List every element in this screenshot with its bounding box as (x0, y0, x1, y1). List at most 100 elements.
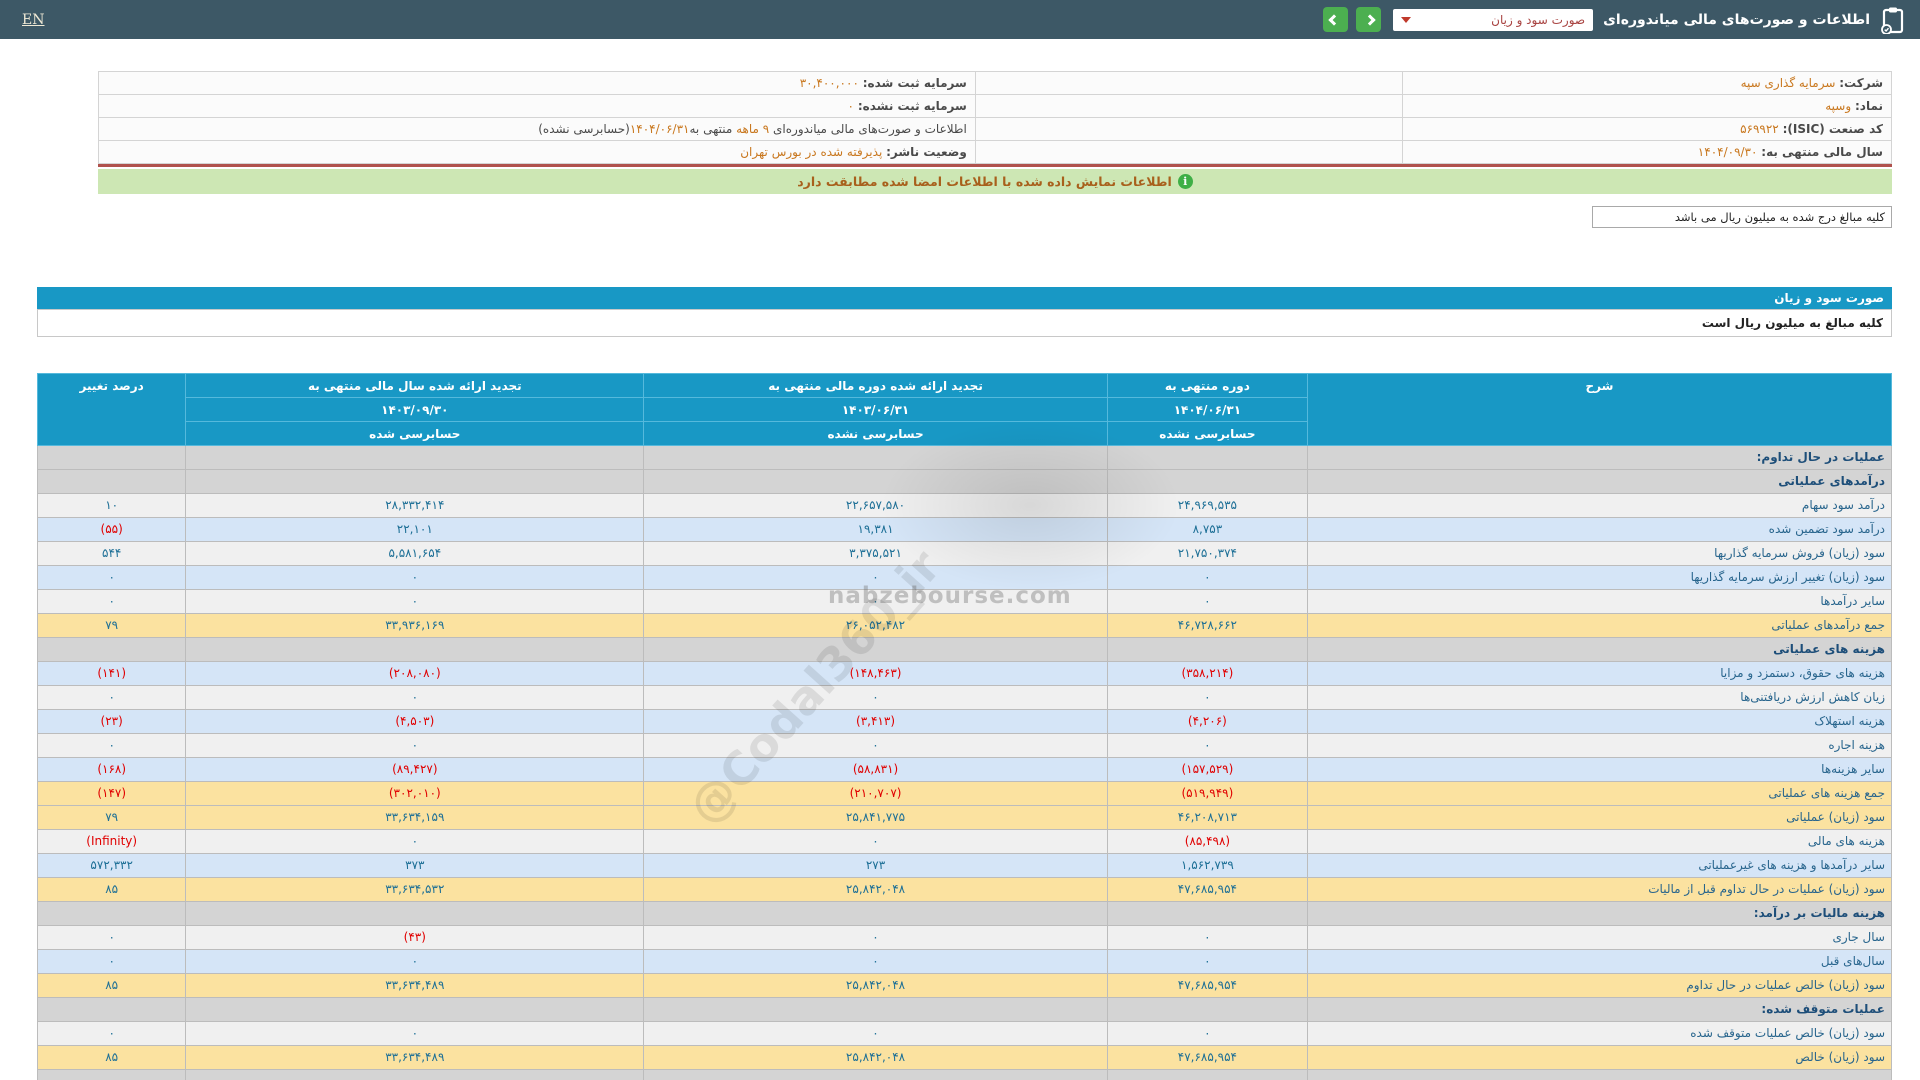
row-value: ۰ (643, 565, 1108, 590)
statement-row: جمع هزینه های عملیاتی (۵۱۹,۹۴۹) (۲۱۰,۷۰۷)(… (36, 781, 1892, 806)
statement-row: هزینه های عملیاتی (36, 637, 1892, 662)
page-title: اطلاعات و صورت‌های مالی میاندوره‌ای (1603, 11, 1870, 28)
income-statement-table: شرح دوره منتهی به تجدید ارائه شده دوره م… (36, 373, 1892, 1080)
row-value: ۰ (1106, 1021, 1309, 1046)
row-value: ۰ (643, 949, 1108, 974)
company-info-spacer-cell (974, 71, 1403, 95)
row-value: ۴۷,۶۸۵,۹۵۴ (1106, 1045, 1309, 1070)
row-description: درآمد سود تضمین شده (1307, 517, 1892, 542)
row-value (185, 1069, 645, 1080)
row-percent-change: ۵۴۴ (36, 541, 187, 566)
row-percent-change: (۲۳) (36, 709, 187, 734)
row-value (643, 469, 1108, 494)
row-description: سود (زیان) عملیاتی (1307, 805, 1892, 830)
row-value (1106, 997, 1309, 1022)
statement-title-banner: صورت سود و زیان (37, 287, 1892, 309)
statement-row: هزینه استهلاک (۴,۲۰۶) (۳,۴۱۳) (۴,۵۰۳) (۲۳) (36, 709, 1892, 734)
row-percent-change: ۱۰ (36, 493, 187, 518)
row-percent-change (36, 445, 187, 470)
row-description: سایر درآمدها و هزینه های غیرعملیاتی (1307, 853, 1892, 878)
row-value: (۳۵۸,۲۱۴) (1106, 661, 1309, 686)
row-value: ۲۲,۶۵۷,۵۸۰ (643, 493, 1108, 518)
statement-unit-note: کلیه مبالغ به میلیون ریال است (37, 309, 1892, 337)
row-value: ۰ (643, 589, 1108, 614)
row-value: ۲۵,۸۴۲,۰۴۸ (643, 877, 1108, 902)
row-value: (۱۴۸,۴۶۳) (643, 661, 1108, 686)
statement-table-header: شرح دوره منتهی به تجدید ارائه شده دوره م… (36, 373, 1892, 446)
english-language-link[interactable]: EN (22, 12, 44, 28)
company-info-cell: کد صنعت (ISIC): ۵۶۹۹۲۲ (1401, 117, 1893, 141)
row-value (1106, 445, 1309, 470)
row-value: ۰ (643, 1021, 1108, 1046)
row-description: عملیات در حال تداوم: (1307, 445, 1892, 470)
company-info-row: کد صنعت (ISIC): ۵۶۹۹۲۲ اطلاعات و صورت‌های… (98, 117, 1893, 141)
company-info-cell: سرمایه ثبت شده: ۳۰,۴۰۰,۰۰۰ (98, 71, 976, 95)
statement-row: سایر درآمدها ۰ ۰ ۰ ۰ (36, 589, 1892, 614)
row-value: ۳۳,۶۳۴,۴۸۹ (185, 1045, 645, 1070)
row-value (1106, 1069, 1309, 1080)
row-description: سود (زیان) خالص (1307, 1045, 1892, 1070)
column-header-restated-year: تجدید ارائه شده سال مالی منتهی به (185, 373, 645, 398)
row-value: ۱۹,۳۸۱ (643, 517, 1108, 542)
row-description: هزینه های مالی (1307, 829, 1892, 854)
row-percent-change: ۰ (36, 733, 187, 758)
clipboard-icon (1878, 5, 1908, 35)
row-value: ۲۵,۸۴۲,۰۴۸ (643, 973, 1108, 998)
row-description: سال‌های قبل (1307, 949, 1892, 974)
red-divider (98, 164, 1892, 167)
chevron-right-icon (1364, 13, 1376, 26)
row-description: هزینه مالیات بر درآمد: (1307, 901, 1892, 926)
row-description: سود (زیان) فروش سرمایه گذاریها (1307, 541, 1892, 566)
row-description: سایر هزینه‌ها (1307, 757, 1892, 782)
row-value (643, 637, 1108, 662)
column-audit-restated-year: حسابرسی شده (185, 421, 645, 446)
row-value: ۲۱,۷۵۰,۳۷۴ (1106, 541, 1309, 566)
statement-row: سود (زیان) خالص ۴۷,۶۸۵,۹۵۴ ۲۵,۸۴۲,۰۴۸ ۳۳,۶۳… (36, 1045, 1892, 1070)
company-info-spacer-cell (974, 94, 1403, 118)
row-value: ۰ (643, 925, 1108, 950)
company-info-cell: نماد: وسپه (1401, 94, 1893, 118)
row-description: جمع درآمدهای عملیاتی (1307, 613, 1892, 638)
row-value (185, 997, 645, 1022)
column-audit-restated-period: حسابرسی نشده (643, 421, 1108, 446)
company-info-cell: شرکت: سرمایه گذاری سپه (1401, 71, 1893, 95)
row-value (1106, 469, 1309, 494)
row-value: (۸۵,۴۹۸) (1106, 829, 1309, 854)
company-info-section: شرکت: سرمایه گذاری سپه سرمایه ثبت شده: ۳۰… (98, 71, 1893, 228)
company-info-spacer-cell (974, 140, 1403, 164)
row-percent-change: ۰ (36, 589, 187, 614)
company-info-spacer-cell (974, 117, 1403, 141)
row-percent-change: ۰ (36, 565, 187, 590)
row-value: (۲۰۸,۰۸۰) (185, 661, 645, 686)
report-type-selected-value: صورت سود و زیان (1491, 12, 1586, 27)
row-value: ۳۳,۶۳۴,۵۳۲ (185, 877, 645, 902)
statement-row: هزینه اجاره ۰ ۰ ۰ ۰ (36, 733, 1892, 758)
row-description: هزینه اجاره (1307, 733, 1892, 758)
row-percent-change: ۵۷۲,۳۳۲ (36, 853, 187, 878)
signature-match-text: اطلاعات نمایش داده شده با اطلاعات امضا ش… (797, 174, 1172, 189)
info-icon: i (1177, 174, 1193, 189)
row-percent-change: (Infinity) (36, 829, 187, 854)
row-value: ۲۵,۸۴۱,۷۷۵ (643, 805, 1108, 830)
previous-statement-button[interactable] (1323, 7, 1349, 32)
row-percent-change (36, 901, 187, 926)
row-value (185, 901, 645, 926)
statement-row: سود (زیان) تغییر ارزش سرمایه گذاریها ۰ ۰ ۰ ۰ (36, 565, 1892, 590)
statement-row: هزینه های مالی (۸۵,۴۹۸) ۰ ۰ (Infinity) (36, 829, 1892, 854)
row-percent-change: ۰ (36, 1021, 187, 1046)
company-info-cell: وضعیت ناشر: پذیرفته شده در بورس تهران (98, 140, 976, 164)
next-statement-button[interactable] (1356, 7, 1382, 32)
statement-row: سود (زیان) عملیات در حال تداوم قبل از ما… (36, 877, 1892, 902)
statement-row: عملیات متوقف شده: (36, 997, 1892, 1022)
row-value: ۳۳,۹۳۶,۱۶۹ (185, 613, 645, 638)
statement-row: درآمدهای عملیاتی (36, 469, 1892, 494)
report-type-dropdown[interactable]: صورت سود و زیان (1393, 8, 1594, 31)
row-percent-change (36, 637, 187, 662)
company-info-cell: سال مالی منتهی به: ۱۴۰۴/۰۹/۳۰ (1401, 140, 1893, 164)
row-description: عملیات متوقف شده: (1307, 997, 1892, 1022)
row-value: (۵۱۹,۹۴۹) (1106, 781, 1309, 806)
row-value: ۲۷۳ (643, 853, 1108, 878)
row-description: سایر درآمدها (1307, 589, 1892, 614)
company-info-row: سال مالی منتهی به: ۱۴۰۴/۰۹/۳۰ وضعیت ناشر:… (98, 140, 1893, 164)
amounts-unit-note-box: کلیه مبالغ درج شده به میلیون ریال می باش… (1592, 206, 1892, 228)
